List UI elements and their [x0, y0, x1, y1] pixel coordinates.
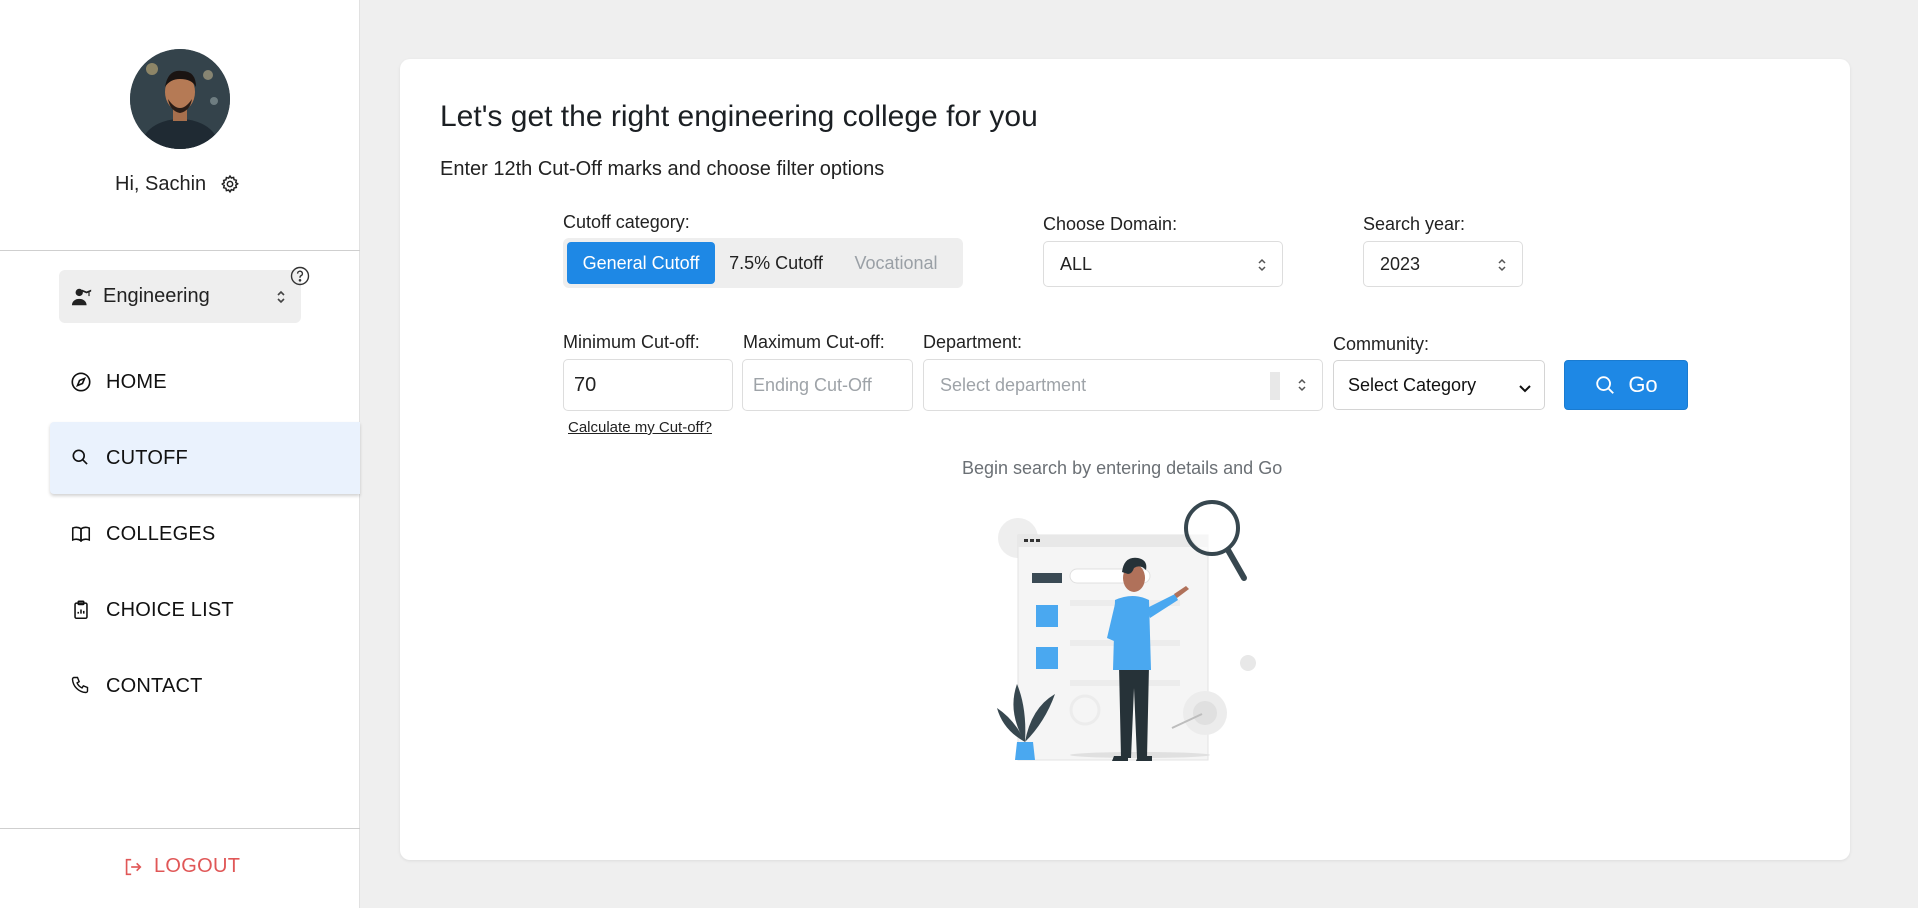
logout-button[interactable]: LOGOUT: [122, 855, 240, 878]
logout-label: LOGOUT: [154, 855, 241, 877]
domain-select-value: ALL: [1060, 253, 1093, 274]
max-cutoff-label: Maximum Cut-off:: [743, 332, 885, 352]
year-label: Search year:: [1363, 214, 1466, 234]
book-icon: [70, 523, 92, 545]
community-label: Community:: [1333, 334, 1430, 354]
domain-select[interactable]: ALL: [1043, 241, 1283, 287]
segment-general-cutoff[interactable]: General Cutoff: [567, 242, 715, 284]
cutoff-category-label: Cutoff category:: [563, 212, 690, 232]
phone-icon: [70, 675, 92, 697]
nav-label-home: HOME: [106, 370, 167, 393]
cutoff-category-segmented-control: General Cutoff 7.5% Cutoff Vocational: [563, 238, 963, 288]
chevron-updown-icon: [1496, 256, 1508, 274]
search-icon: [1594, 374, 1616, 396]
go-button[interactable]: Go: [1564, 360, 1688, 410]
sidebar: Hi, Sachin Engineering HOME CUTOFF COLLE…: [0, 0, 360, 908]
compass-icon: [70, 371, 92, 393]
community-select[interactable]: Select Category: [1333, 360, 1545, 410]
nav-label-cutoff: CUTOFF: [106, 446, 188, 469]
nav-label-contact: CONTACT: [106, 674, 203, 697]
nav-label-choice-list: CHOICE LIST: [106, 598, 234, 621]
greeting-text: Hi, Sachin: [115, 172, 207, 195]
chevron-down-icon: [1518, 379, 1532, 393]
chevron-updown-icon: [1256, 256, 1268, 274]
segment-vocational[interactable]: Vocational: [837, 242, 955, 284]
page-subtitle: Enter 12th Cut-Off marks and choose filt…: [440, 158, 885, 180]
logout-icon: [122, 856, 144, 878]
page-title: Let's get the right engineering college …: [440, 100, 1038, 133]
department-select[interactable]: Select department: [923, 359, 1323, 411]
department-select-scrollbar: [1270, 372, 1280, 400]
domain-label: Choose Domain:: [1043, 214, 1178, 234]
calculate-cutoff-link[interactable]: Calculate my Cut-off?: [568, 419, 712, 436]
community-select-value: Select Category: [1348, 374, 1477, 395]
chevron-updown-icon: [1296, 376, 1308, 394]
nav-label-colleges: COLLEGES: [106, 522, 216, 545]
user-greeting: Hi, Sachin: [115, 172, 240, 196]
nav-item-colleges[interactable]: COLLEGES: [50, 498, 360, 570]
clipboard-icon: [70, 599, 92, 621]
go-button-label: Go: [1628, 372, 1658, 397]
sidebar-divider: [0, 250, 360, 251]
empty-state-hint: Begin search by entering details and Go: [962, 458, 1283, 478]
nav-item-cutoff[interactable]: CUTOFF: [50, 422, 360, 494]
search-icon: [70, 447, 92, 469]
avatar[interactable]: [130, 49, 230, 149]
department-placeholder: Select department: [940, 374, 1087, 395]
min-cutoff-label: Minimum Cut-off:: [563, 332, 700, 352]
year-select-value: 2023: [1380, 253, 1421, 274]
min-cutoff-input[interactable]: [563, 359, 733, 411]
max-cutoff-input[interactable]: [742, 359, 913, 411]
department-label: Department:: [923, 332, 1023, 352]
nav-item-contact[interactable]: CONTACT: [50, 650, 360, 722]
nav-item-choice-list[interactable]: CHOICE LIST: [50, 574, 360, 646]
chevron-updown-icon: [275, 287, 287, 307]
sidebar-divider-bottom: [0, 828, 360, 829]
user-graduate-icon: [71, 286, 93, 308]
search-illustration: [990, 500, 1260, 765]
stream-selector-value: Engineering: [103, 285, 210, 307]
year-select[interactable]: 2023: [1363, 241, 1523, 287]
stream-selector[interactable]: Engineering: [59, 270, 301, 323]
segment-7-5-cutoff[interactable]: 7.5% Cutoff: [715, 242, 837, 284]
help-icon[interactable]: [290, 266, 310, 286]
nav-item-home[interactable]: HOME: [50, 346, 360, 418]
gear-icon[interactable]: [220, 174, 240, 194]
user-photo-icon: [130, 49, 230, 149]
